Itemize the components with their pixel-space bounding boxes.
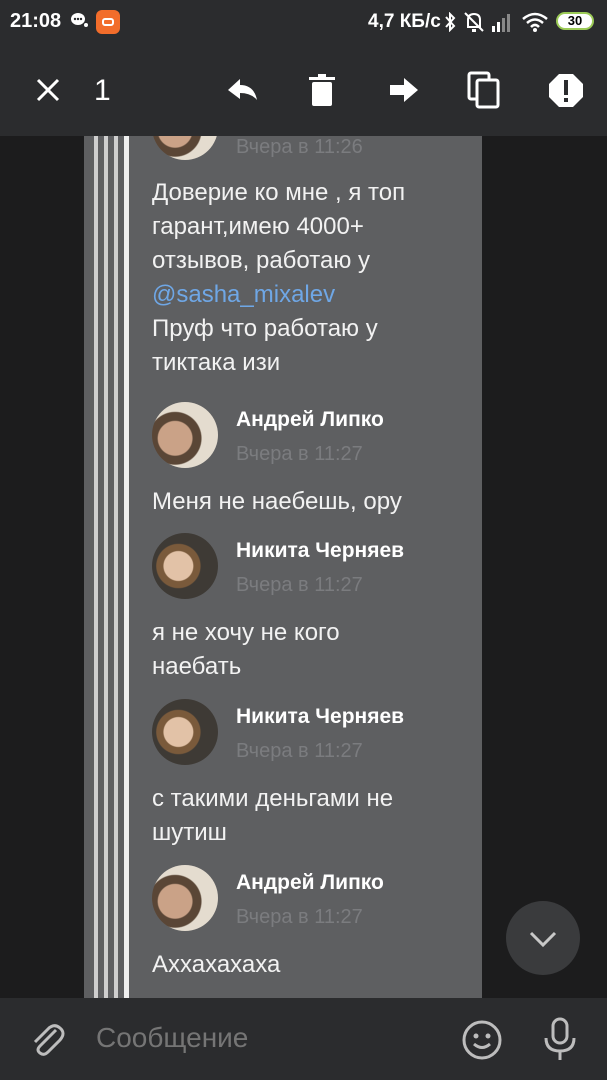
delete-icon[interactable]: [300, 68, 344, 112]
mute-bell-icon: [464, 12, 484, 32]
status-time: 21:08: [10, 10, 62, 32]
avatar[interactable]: [152, 865, 218, 931]
message-line: с такими деньгами не: [152, 785, 394, 812]
author-name[interactable]: Никита Черняев: [236, 705, 404, 729]
signal-icon: [492, 14, 510, 32]
message-time: Вчера в 11:27: [236, 740, 363, 762]
mention-link[interactable]: @sasha_mixalev: [152, 278, 472, 312]
avatar[interactable]: [152, 533, 218, 599]
author-name[interactable]: Никита Черняев: [236, 539, 404, 563]
message-line: Доверие ко мне , я топ: [152, 179, 406, 206]
message-line: тиктака изи: [152, 349, 281, 376]
message-time: Вчера в 11:27: [236, 574, 363, 596]
forward-icon[interactable]: [382, 68, 426, 112]
message-time: Вчера в 11:26: [236, 136, 363, 158]
message-line: я не хочу не кого: [152, 619, 340, 646]
status-icons: 30: [444, 10, 604, 34]
attach-icon[interactable]: [28, 1020, 66, 1060]
message-line: шутиш: [152, 819, 227, 846]
bluetooth-icon: [445, 12, 456, 32]
message-line: гарант,имею 4000+: [152, 213, 364, 240]
chat-bubble-icon: [71, 13, 88, 27]
message-time: Вчера в 11:27: [236, 906, 363, 928]
selected-messages-panel[interactable]: Вчера в 11:26 Доверие ко мне , я топ гар…: [84, 136, 482, 998]
avatar[interactable]: [152, 699, 218, 765]
status-bar: 21:08 4,7 КБ/с 30: [0, 0, 607, 44]
chat-area[interactable]: Вчера в 11:26 Доверие ко мне , я топ гар…: [0, 136, 607, 998]
message-time: Вчера в 11:27: [236, 443, 363, 465]
microphone-icon[interactable]: [540, 1016, 580, 1064]
screen-record-icon: [96, 10, 120, 34]
author-name[interactable]: Андрей Липко: [236, 871, 384, 895]
avatar[interactable]: [152, 136, 218, 160]
scroll-down-button[interactable]: [506, 901, 580, 975]
selection-action-bar: 1: [0, 44, 607, 136]
close-icon[interactable]: [26, 68, 70, 112]
selection-stripes: [94, 136, 130, 998]
message-line: Пруф что работаю у: [152, 315, 378, 342]
author-name[interactable]: Андрей Липко: [236, 408, 384, 432]
message-line: Меня не наебешь, ору: [152, 488, 402, 515]
avatar[interactable]: [152, 402, 218, 468]
battery-icon: 30: [556, 12, 594, 30]
message-text[interactable]: с такими деньгами не шутиш: [152, 782, 472, 850]
wifi-icon: [522, 12, 548, 32]
report-icon[interactable]: [544, 68, 588, 112]
message-input[interactable]: [96, 1022, 436, 1054]
emoji-icon[interactable]: [460, 1018, 504, 1062]
message-text[interactable]: Меня не наебешь, ору: [152, 485, 472, 519]
copy-icon[interactable]: [462, 68, 506, 112]
message-line: Аххахахаха: [152, 951, 281, 978]
reply-icon[interactable]: [220, 68, 264, 112]
message-line: отзывов, работаю у: [152, 247, 370, 274]
message-text[interactable]: я не хочу не кого наебать: [152, 616, 472, 684]
selected-count: 1: [94, 74, 111, 107]
message-text[interactable]: Аххахахаха: [152, 948, 472, 982]
network-speed: 4,7 КБ/с: [368, 11, 441, 32]
message-line: наебать: [152, 653, 242, 680]
chevron-down-icon: [529, 931, 557, 948]
message-text[interactable]: Доверие ко мне , я топ гарант,имею 4000+…: [152, 176, 472, 380]
message-composer: [0, 998, 607, 1080]
